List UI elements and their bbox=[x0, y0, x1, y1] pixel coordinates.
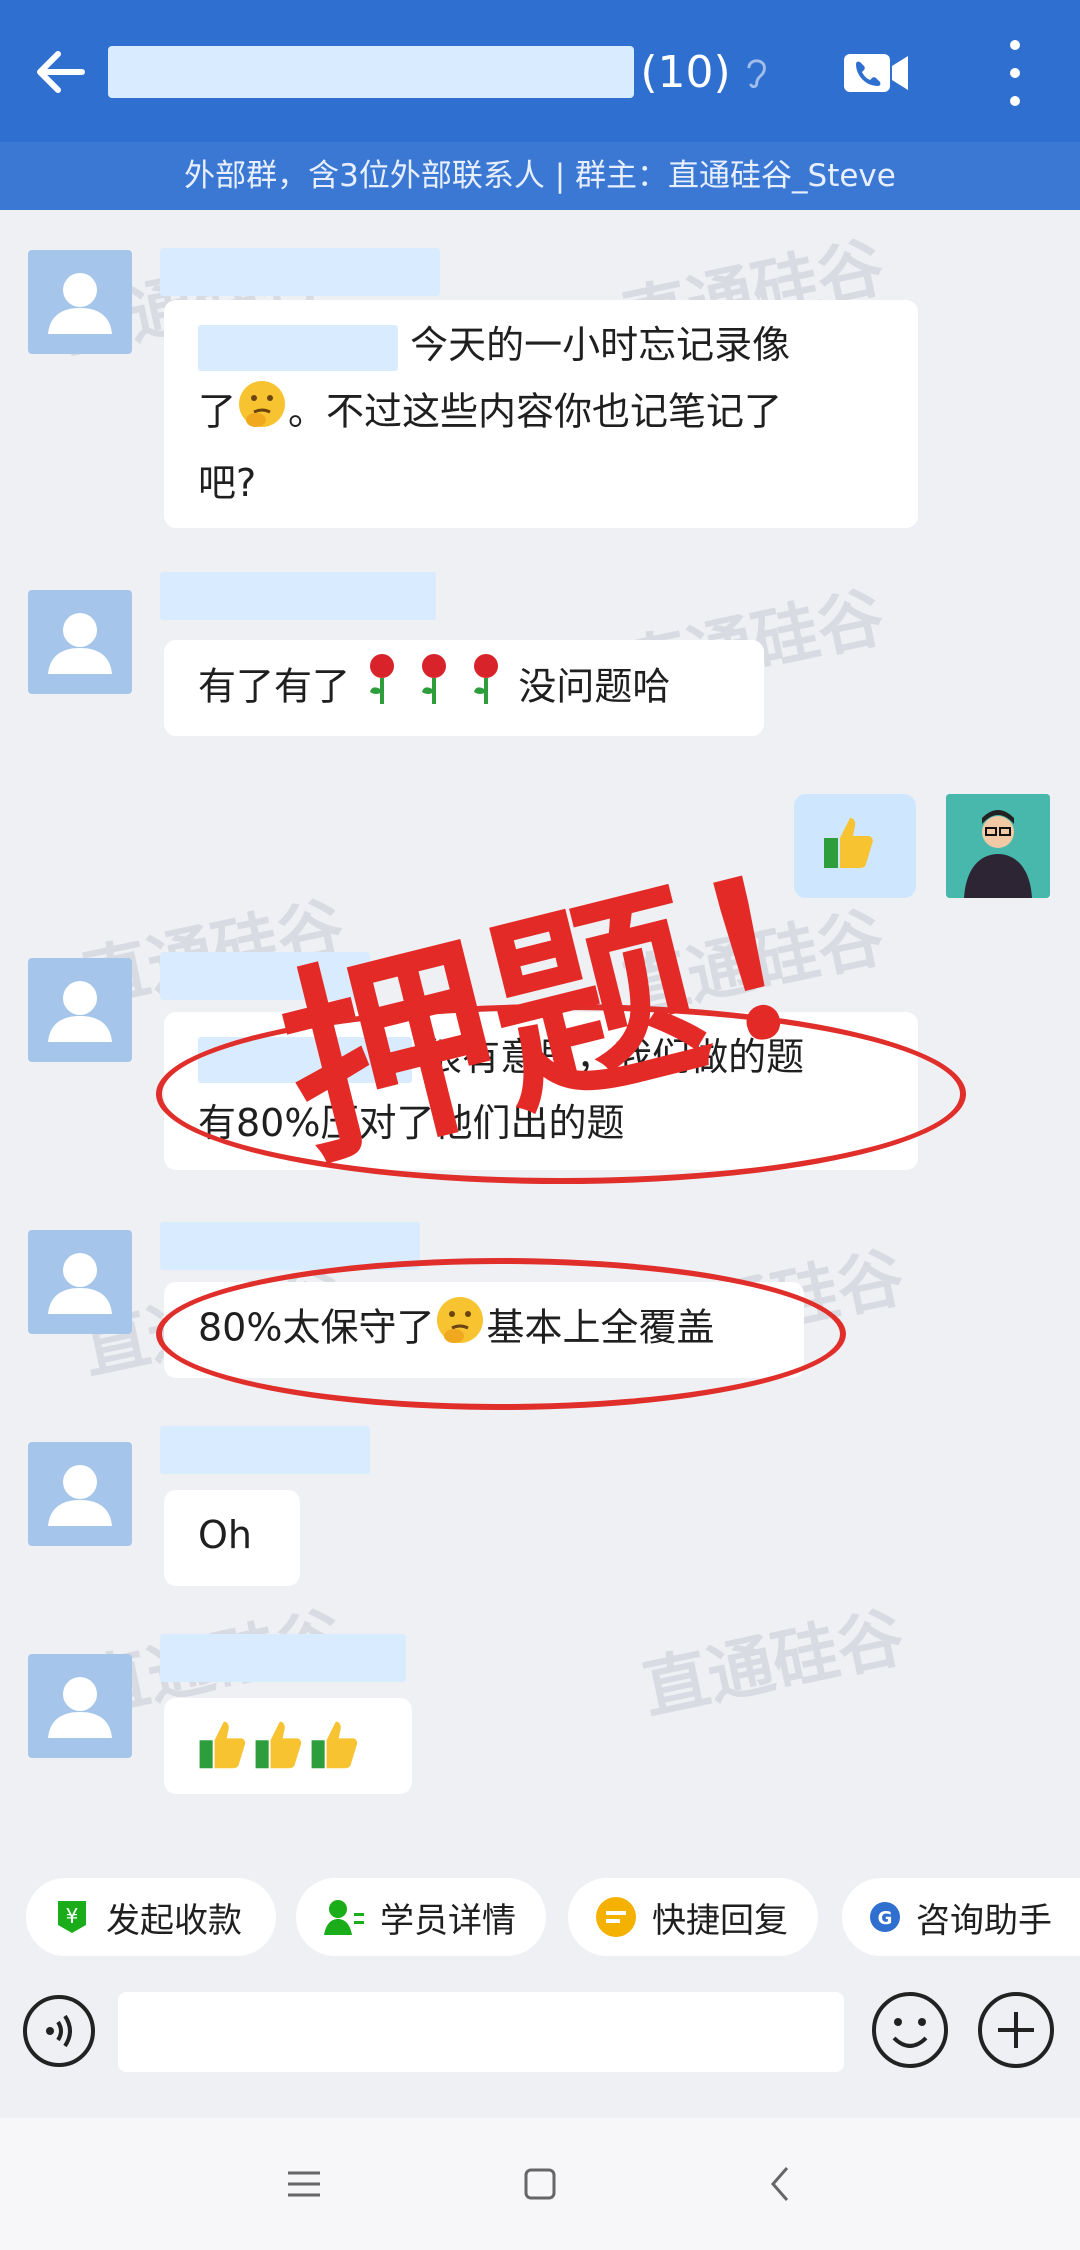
message-text: 了 bbox=[198, 389, 237, 434]
chat-title[interactable]: (10) bbox=[108, 44, 768, 100]
avatar[interactable] bbox=[28, 250, 132, 354]
menu-nav-button[interactable] bbox=[274, 2154, 334, 2214]
svg-text:G: G bbox=[878, 1908, 893, 1929]
thumbs-up-icon bbox=[194, 1716, 250, 1792]
user-avatar-icon bbox=[946, 794, 1050, 898]
sender-name bbox=[160, 248, 440, 296]
student-icon bbox=[324, 1900, 364, 1935]
quick-reply-chip[interactable]: 快捷回复 bbox=[568, 1878, 818, 1956]
my-message-bubble[interactable] bbox=[794, 794, 916, 898]
thinking-emoji-icon bbox=[236, 378, 288, 450]
message-text: 有了有了 bbox=[198, 664, 351, 709]
emoji-button[interactable] bbox=[868, 1988, 952, 2072]
avatar[interactable] bbox=[28, 1442, 132, 1546]
redacted-group-name bbox=[108, 46, 635, 98]
avatar[interactable] bbox=[28, 1230, 132, 1334]
message-text: 基本上全覆盖 bbox=[486, 1305, 715, 1350]
chip-label: 快捷回复 bbox=[652, 1900, 788, 1941]
consult-assistant-chip[interactable]: G 咨询助手 bbox=[842, 1878, 1080, 1956]
avatar[interactable] bbox=[28, 958, 132, 1062]
sender-name bbox=[160, 1222, 420, 1270]
message-text: 今天的一小时忘记录像 bbox=[410, 323, 791, 367]
sender-name bbox=[160, 1426, 370, 1474]
back-arrow-icon bbox=[37, 51, 85, 93]
message-bubble[interactable]: Oh bbox=[164, 1490, 300, 1586]
ear-icon bbox=[747, 59, 766, 89]
message-bubble[interactable]: 今天的一小时忘记录像 了 。不过这些内容你也记笔记了 吧? bbox=[164, 300, 918, 528]
thumbs-up-icon bbox=[818, 812, 878, 892]
avatar[interactable] bbox=[28, 590, 132, 694]
message-text: 。不过这些内容你也记笔记了 bbox=[288, 389, 783, 434]
more-menu-button[interactable] bbox=[995, 40, 1035, 106]
voice-icon bbox=[23, 1995, 95, 2067]
redacted-mention bbox=[198, 324, 398, 371]
message-bubble[interactable]: 80%太保守了 基本上全覆盖 bbox=[164, 1282, 804, 1378]
message-bubble[interactable]: 很有意思，我们做的题 有80%压对了他们出的题 bbox=[164, 1012, 918, 1170]
sender-name bbox=[160, 1634, 406, 1682]
message-list[interactable]: 直通硅谷 直通硅谷 直通硅谷 直通硅谷 直通硅谷 直通硅谷 直通硅谷 直通硅谷 … bbox=[0, 210, 1080, 1860]
chat-header: (10) bbox=[0, 0, 1080, 142]
back-button[interactable] bbox=[30, 42, 90, 102]
avatar[interactable] bbox=[28, 1654, 132, 1758]
message-text: 吧? bbox=[198, 461, 257, 505]
message-text: 有80%压对了他们出的题 bbox=[198, 1101, 625, 1145]
more-actions-button[interactable] bbox=[974, 1988, 1058, 2072]
home-nav-button[interactable] bbox=[510, 2154, 570, 2214]
redacted-mention bbox=[198, 1036, 412, 1083]
sender-name bbox=[160, 572, 436, 620]
message-text: Oh bbox=[198, 1513, 252, 1557]
default-avatar-icon bbox=[48, 1465, 112, 1526]
menu-icon bbox=[288, 2171, 320, 2197]
sender-name bbox=[160, 952, 370, 1000]
rose-icon bbox=[362, 652, 402, 726]
smiley-icon bbox=[872, 1992, 948, 2068]
student-details-chip[interactable]: 学员详情 bbox=[296, 1878, 546, 1956]
payment-icon: ¥ bbox=[58, 1901, 86, 1933]
rose-icon bbox=[414, 652, 454, 726]
more-dot bbox=[1010, 68, 1020, 78]
quick-actions-bar: ¥ 发起收款 学员详情 快捷回复 G 咨询助手 bbox=[0, 1860, 1080, 1972]
chip-label: 咨询助手 bbox=[916, 1900, 1052, 1941]
voice-input-button[interactable] bbox=[20, 1992, 98, 2070]
watermark: 直通硅谷 bbox=[616, 898, 891, 1029]
rose-icon bbox=[466, 652, 506, 726]
member-count: (10) bbox=[640, 46, 731, 98]
video-call-icon bbox=[844, 54, 908, 92]
thumbs-up-icon bbox=[250, 1716, 306, 1792]
default-avatar-icon bbox=[48, 273, 112, 334]
chip-label: 学员详情 bbox=[380, 1900, 516, 1941]
message-bubble[interactable]: 有了有了 没问题哈 bbox=[164, 640, 764, 736]
my-avatar[interactable] bbox=[946, 794, 1050, 898]
default-avatar-icon bbox=[48, 981, 112, 1042]
chip-label: 发起收款 bbox=[106, 1900, 242, 1941]
group-info-bar[interactable]: 外部群，含3位外部联系人 | 群主：直通硅谷_Steve bbox=[0, 142, 1080, 210]
video-call-button[interactable] bbox=[842, 50, 912, 96]
message-input[interactable] bbox=[118, 1992, 844, 2072]
message-text: 80%太保守了 bbox=[198, 1305, 435, 1350]
payment-chip[interactable]: ¥ 发起收款 bbox=[26, 1878, 276, 1956]
watermark: 直通硅谷 bbox=[636, 1598, 911, 1729]
default-avatar-icon bbox=[48, 1253, 112, 1314]
home-square-icon bbox=[524, 2168, 556, 2200]
assistant-icon: G bbox=[870, 1902, 900, 1932]
message-text: 没问题哈 bbox=[518, 664, 671, 709]
more-dot bbox=[1010, 96, 1020, 106]
back-nav-button[interactable] bbox=[750, 2154, 810, 2214]
plus-icon bbox=[978, 1992, 1054, 2068]
quick-reply-icon bbox=[596, 1897, 636, 1937]
message-bubble[interactable] bbox=[164, 1698, 412, 1794]
thumbs-up-icon bbox=[306, 1716, 362, 1792]
thinking-emoji-icon bbox=[434, 1294, 486, 1366]
more-dot bbox=[1010, 40, 1020, 50]
message-input-bar bbox=[0, 1972, 1080, 2090]
back-chevron-icon bbox=[771, 2167, 789, 2201]
system-navigation-bar bbox=[0, 2118, 1080, 2250]
default-avatar-icon bbox=[48, 613, 112, 674]
default-avatar-icon bbox=[48, 1677, 112, 1738]
message-text: 很有意思，我们做的题 bbox=[424, 1035, 805, 1079]
svg-text:¥: ¥ bbox=[66, 1904, 79, 1928]
